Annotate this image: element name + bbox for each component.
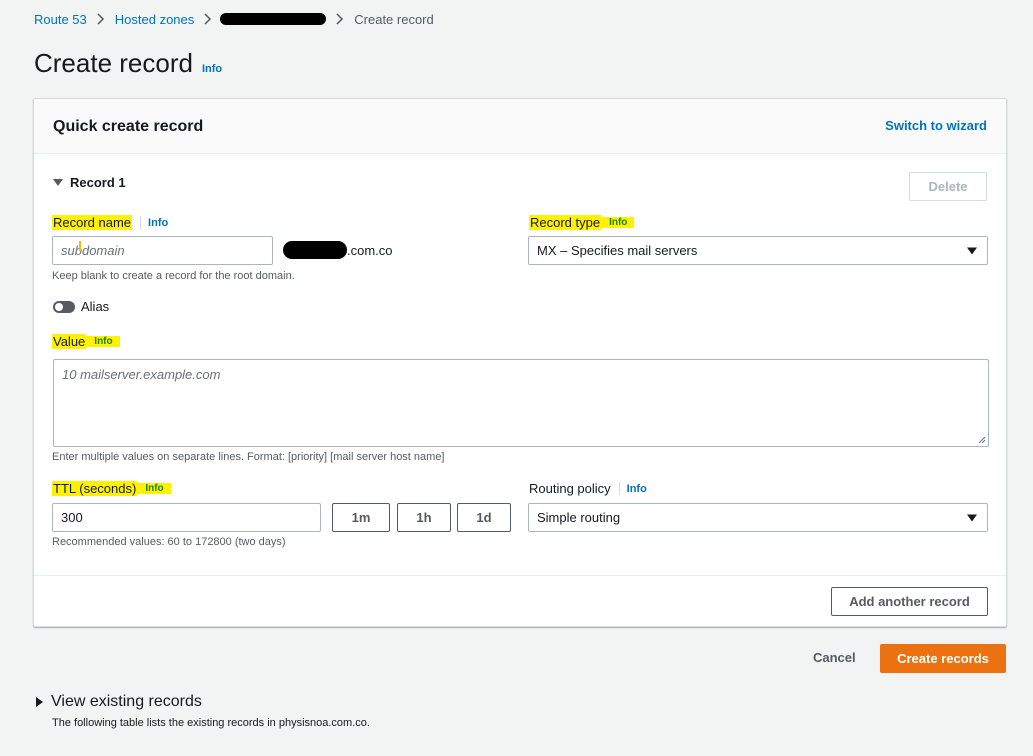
value-hint: Enter multiple values on separate lines.… [52,451,445,463]
chevron-right-icon [97,13,105,25]
delete-button[interactable]: Delete [909,172,987,201]
caret-down-icon [967,247,977,254]
switch-to-wizard-link[interactable]: Switch to wizard [885,118,987,133]
breadcrumb-route53[interactable]: Route 53 [34,12,87,27]
caret-down-icon [967,514,977,521]
record-name-label: Record name Info [52,215,168,230]
record-type-label: Record type Info [529,215,635,230]
domain-suffix-text: .com.co [347,242,393,258]
record-type-label-text: Record type [529,215,602,230]
redacted-zone-name[interactable] [220,13,327,25]
record-name-label-text: Record name [52,215,133,230]
chevron-right-icon [336,13,344,25]
routing-policy-label: Routing policy Info [529,481,647,496]
panel-title: Quick create record [53,118,204,135]
caret-down-icon [53,179,63,186]
ttl-label: TTL (seconds) Info [52,481,171,496]
value-placeholder: 10 mailserver.example.com [62,367,221,382]
record-name-hint: Keep blank to create a record for the ro… [52,270,295,282]
ttl-1d-button[interactable]: 1d [457,503,511,532]
alias-toggle[interactable] [53,301,75,313]
cancel-button[interactable]: Cancel [813,650,856,665]
ttl-info-link[interactable]: Info [137,483,171,494]
ttl-1h-button[interactable]: 1h [397,503,451,532]
breadcrumb-current: Create record [354,11,434,27]
ttl-value: 300 [61,510,83,525]
page-info-link[interactable]: Info [202,63,222,75]
record-1-expander[interactable]: Record 1 [53,175,126,190]
record-name-info-link[interactable]: Info [148,217,168,229]
redacted-domain [283,241,347,259]
routing-policy-label-text: Routing policy [529,481,611,496]
value-info-link[interactable]: Info [86,336,120,347]
value-label: Value Info [52,334,120,349]
toggle-knob [55,303,63,311]
record-type-value: MX – Specifies mail servers [537,243,698,258]
record-name-input[interactable]: subdomain [52,236,273,265]
caret-right-icon [36,697,43,707]
add-another-record-button[interactable]: Add another record [831,587,988,616]
page-title: Create record Info [34,48,222,79]
resize-grip-icon[interactable] [978,436,986,444]
value-textarea[interactable]: 10 mailserver.example.com [53,359,989,447]
routing-policy-select[interactable]: Simple routing [528,503,988,532]
record-name-placeholder: subdomain [61,243,125,258]
view-existing-records-expander[interactable]: View existing records [36,693,202,711]
label-divider [618,482,620,495]
breadcrumb: Route 53 Hosted zones Create record [34,11,434,27]
panel-header: Quick create record Switch to wizard [34,99,1006,154]
record-type-select[interactable]: MX – Specifies mail servers [528,236,988,265]
ttl-1m-button[interactable]: 1m [332,503,390,532]
chevron-right-icon [204,13,212,25]
record-type-info-link[interactable]: Info [601,217,635,228]
page-title-text: Create record [34,48,193,78]
quick-create-panel: Quick create record Switch to wizard Rec… [33,98,1007,627]
ttl-label-text: TTL (seconds) [52,481,138,496]
record-1-label: Record 1 [70,175,126,190]
view-existing-records-title: View existing records [51,693,202,710]
create-records-button[interactable]: Create records [880,644,1006,673]
existing-records-description: The following table lists the existing r… [52,717,370,729]
domain-suffix: .com.co [283,241,393,259]
value-label-text: Value [52,334,87,349]
ttl-hint: Recommended values: 60 to 172800 (two da… [52,536,286,548]
text-cursor-icon [79,241,81,251]
alias-label: Alias [81,299,110,314]
ttl-input[interactable]: 300 [52,503,321,532]
label-divider [140,216,142,229]
routing-policy-info-link[interactable]: Info [627,483,647,495]
routing-policy-value: Simple routing [537,510,621,525]
panel-divider [34,575,1006,576]
breadcrumb-hosted-zones[interactable]: Hosted zones [115,12,195,27]
